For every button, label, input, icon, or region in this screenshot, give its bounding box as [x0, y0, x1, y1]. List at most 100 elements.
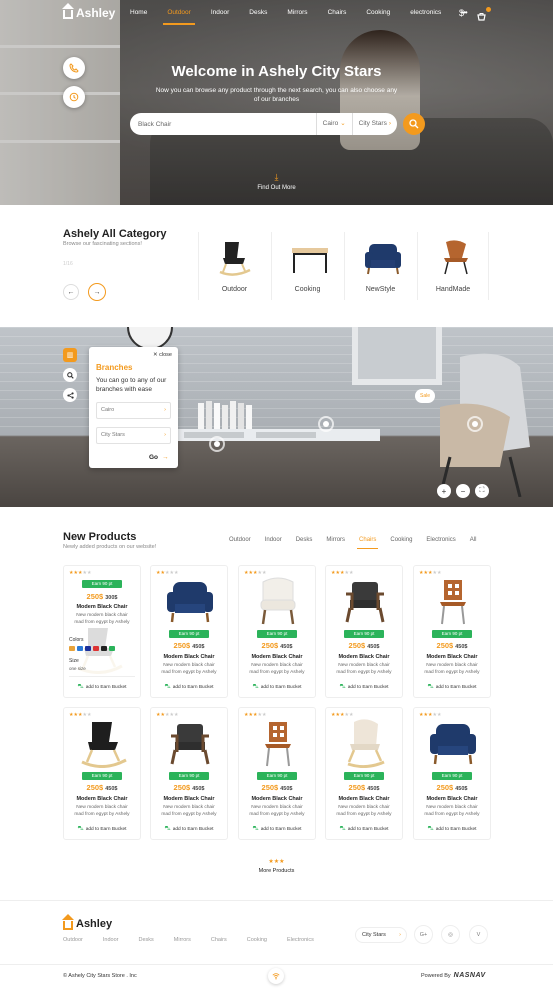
old-price: 450$	[455, 786, 468, 792]
color-swatch[interactable]	[85, 646, 91, 651]
product-card[interactable]: ★★★★★ Earn 90 pt 250$ 450$ Modem Black Chair…	[325, 707, 403, 840]
instagram-icon[interactable]: ◎	[441, 925, 460, 944]
category-card-outdoor[interactable]: Outdoor	[198, 232, 270, 300]
filter-tab-all[interactable]: All	[463, 535, 484, 549]
add-to-bucket-button[interactable]: ⛍ add to Earn Bucket	[414, 683, 490, 691]
color-swatch[interactable]	[69, 646, 75, 651]
category-card-cooking[interactable]: Cooking	[271, 232, 343, 300]
add-to-bucket-button[interactable]: ⛍ add to Earn Bucket	[326, 683, 402, 691]
product-name: Modem Black Chair	[338, 796, 390, 802]
hotspot-chair[interactable]	[467, 416, 483, 432]
basket-icon: ⛍	[164, 684, 171, 690]
search-button[interactable]	[403, 113, 425, 135]
category-card-newstyle[interactable]: NewStyle	[344, 232, 416, 300]
currency-icon[interactable]: $	[459, 8, 464, 18]
footer-link-electronics[interactable]: Electronics	[287, 937, 314, 943]
nav-electronics[interactable]: electronics	[400, 0, 451, 25]
brand-logo[interactable]: Ashley	[62, 3, 115, 20]
product-card[interactable]: ★★★★★ Earn 90 pt 250$ 450$ Modem Black Chair…	[150, 565, 228, 698]
color-swatch[interactable]	[77, 646, 83, 651]
nav-mirrors[interactable]: Mirrors	[277, 0, 317, 25]
history-icon[interactable]	[63, 86, 85, 108]
google-plus-icon[interactable]: G+	[414, 925, 433, 944]
filter-tab-outdoor[interactable]: Outdoor	[222, 535, 258, 549]
product-card[interactable]: ★★★★★ Earn 90 pt 250$ 450$ Modem Black Chair…	[413, 565, 491, 698]
hotspot-console[interactable]	[209, 436, 225, 452]
branches-toggle-icon[interactable]: ▥	[63, 348, 77, 362]
product-card[interactable]: ★★★★★ Earn 90 pt 250$ 450$ Modem Black Chair…	[63, 707, 141, 840]
find-out-more[interactable]: ⤓ Find Out More	[0, 172, 553, 191]
filter-tab-electronics[interactable]: Electronics	[419, 535, 462, 549]
hotspot-books[interactable]	[318, 416, 334, 432]
add-to-bucket-button[interactable]: ⛍ add to Earn Bucket	[239, 683, 315, 691]
add-to-bucket-button[interactable]: ⛍ add to Earn Bucket	[326, 825, 402, 833]
chevron-right-icon: ›	[164, 407, 166, 413]
product-card[interactable]: ★★★★★ Earn 90 pt 250$ 450$ Modem Black Chair…	[325, 565, 403, 698]
product-image	[165, 576, 215, 631]
old-price: 450$	[280, 644, 293, 650]
add-to-bucket-button[interactable]: ⛍ add to Earn Bucket	[151, 683, 227, 691]
product-card[interactable]: ★★★★★ Earn 90 pt 250$ 450$ Modem Black Chair…	[238, 707, 316, 840]
cart-icon[interactable]	[477, 8, 486, 26]
wifi-icon[interactable]	[268, 968, 284, 984]
footer-link-outdoor[interactable]: Outdoor	[63, 937, 83, 943]
product-image	[428, 718, 478, 773]
category-card-handmade[interactable]: HandMade	[417, 232, 489, 300]
footer-link-chairs[interactable]: Chairs	[211, 937, 227, 943]
arrow-right-icon: →	[162, 454, 169, 461]
product-card[interactable]: ★★★★★ Earn 90 pt 250$ 450$ Modem Black Chair…	[150, 707, 228, 840]
city-select[interactable]: Cairo ⌄	[315, 113, 352, 135]
go-button[interactable]: Go →	[149, 454, 169, 461]
branch-store-select[interactable]: City Stars ›	[96, 427, 171, 444]
footer-link-desks[interactable]: Desks	[138, 937, 153, 943]
filter-tab-desks[interactable]: Desks	[289, 535, 320, 549]
product-card[interactable]: ★★★★★ Earn 90 pt 250$ 450$ Modem Black Chair…	[238, 565, 316, 698]
filter-tab-indoor[interactable]: Indoor	[258, 535, 289, 549]
add-to-bucket-button[interactable]: ⛍ add to Earn Bucket	[414, 825, 490, 833]
product-price: 250$ 450$	[436, 641, 468, 650]
color-swatch[interactable]	[101, 646, 107, 651]
zoom-out-icon[interactable]: −	[456, 484, 470, 498]
branch-select[interactable]: City Stars ›	[351, 113, 397, 135]
filter-tab-chairs[interactable]: Chairs	[352, 535, 383, 549]
add-to-bucket-button[interactable]: ⛍ add to Earn Bucket	[151, 825, 227, 833]
product-name: Modem Black Chair	[251, 654, 303, 660]
nav-cooking[interactable]: Cooking	[356, 0, 400, 25]
add-to-bucket-button[interactable]: ⛍ add to Earn Bucket	[64, 683, 140, 691]
nav-home[interactable]: Home	[120, 0, 157, 25]
filter-tab-cooking[interactable]: Cooking	[383, 535, 419, 549]
filter-tab-mirrors[interactable]: Mirrors	[319, 535, 352, 549]
footer-link-mirrors[interactable]: Mirrors	[174, 937, 191, 943]
footer-branch-select[interactable]: City Stars ›	[355, 927, 407, 943]
branch-city-select[interactable]: Cairo ›	[96, 402, 171, 419]
close-button[interactable]: ✕ close	[153, 352, 172, 358]
product-name: Modem Black Chair	[163, 796, 215, 802]
prev-arrow-icon[interactable]: ←	[63, 284, 79, 300]
search-input[interactable]: Black Chair	[130, 121, 316, 128]
chevron-right-icon: ›	[399, 932, 401, 938]
fullscreen-icon[interactable]: ⛶	[475, 484, 489, 498]
nav-chairs[interactable]: Chairs	[318, 0, 357, 25]
next-arrow-icon[interactable]: →	[88, 283, 106, 301]
nav-outdoor[interactable]: Outdoor	[157, 0, 201, 25]
copyright: © Ashely City Stars Store . Inc	[63, 973, 137, 979]
product-card[interactable]: ★★★★★ Earn 90 pt 250$ 300$ Modem Black Chair…	[63, 565, 141, 698]
color-swatch[interactable]	[93, 646, 99, 651]
share-icon[interactable]	[63, 388, 77, 402]
add-to-bucket-button[interactable]: ⛍ add to Earn Bucket	[64, 825, 140, 833]
category-title: Ashely All Category	[63, 228, 167, 240]
footer-link-indoor[interactable]: Indoor	[103, 937, 119, 943]
footer-nav: Outdoor Indoor Desks Mirrors Chairs Cook…	[63, 937, 334, 943]
vimeo-icon[interactable]: V	[469, 925, 488, 944]
footer-link-cooking[interactable]: Cooking	[247, 937, 267, 943]
product-card[interactable]: ★★★★★ Earn 90 pt 250$ 450$ Modem Black Chair…	[413, 707, 491, 840]
color-swatch[interactable]	[109, 646, 115, 651]
nav-indoor[interactable]: Indoor	[201, 0, 239, 25]
more-products-button[interactable]: ★★★ More Products	[0, 858, 553, 874]
footer-logo[interactable]: Ashley	[62, 914, 112, 930]
product-description: New modern black chair mad from egypt by…	[424, 663, 480, 675]
nav-desks[interactable]: Desks	[239, 0, 277, 25]
add-to-bucket-button[interactable]: ⛍ add to Earn Bucket	[239, 825, 315, 833]
zoom-in-icon[interactable]: +	[437, 484, 451, 498]
search-icon[interactable]	[63, 368, 77, 382]
